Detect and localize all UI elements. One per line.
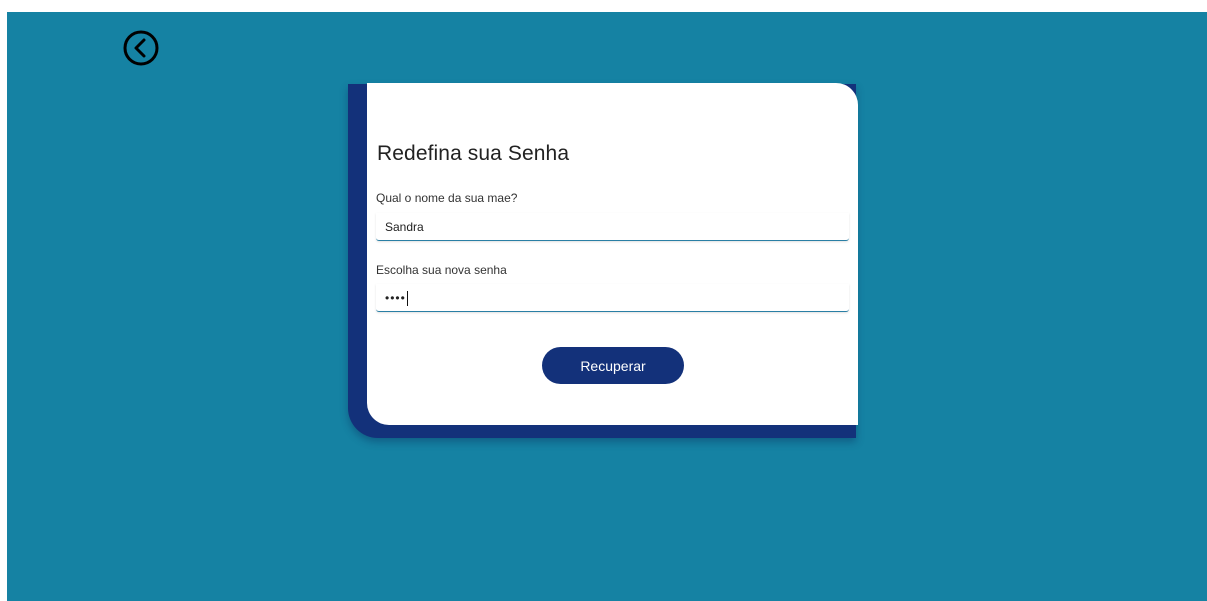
password-label: Escolha sua nova senha xyxy=(376,263,507,277)
chevron-left-circle-icon xyxy=(123,30,159,66)
reset-password-card: Redefina sua Senha Qual o nome da sua ma… xyxy=(367,83,858,425)
back-button[interactable] xyxy=(122,29,160,67)
password-mask: •••• xyxy=(385,291,406,305)
mother-name-value: Sandra xyxy=(385,220,424,234)
text-caret xyxy=(406,291,408,307)
mother-name-input[interactable]: Sandra xyxy=(376,213,849,241)
new-password-input[interactable]: •••• xyxy=(376,284,849,312)
recover-button[interactable]: Recuperar xyxy=(542,347,684,384)
page-background: Redefina sua Senha Qual o nome da sua ma… xyxy=(7,12,1207,601)
form-title: Redefina sua Senha xyxy=(377,142,570,165)
question-label: Qual o nome da sua mae? xyxy=(376,191,518,205)
